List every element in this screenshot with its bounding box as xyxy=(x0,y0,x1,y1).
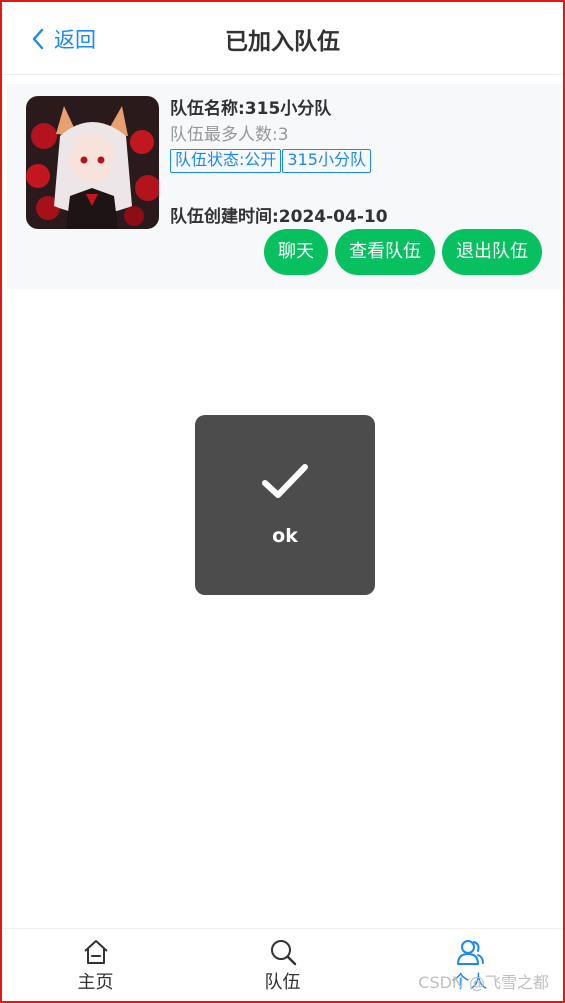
chat-button[interactable]: 聊天 xyxy=(264,229,328,275)
tab-team[interactable]: 队伍 xyxy=(189,929,376,1001)
team-info: 队伍名称:315小分队 队伍最多人数:3 队伍状态:公开 315小分队 xyxy=(170,96,550,173)
search-icon xyxy=(270,940,296,966)
view-team-button[interactable]: 查看队伍 xyxy=(335,229,435,275)
success-toast: ok xyxy=(195,415,375,595)
team-tags: 队伍状态:公开 315小分队 xyxy=(170,149,550,173)
nav-bar: 返回 已加入队伍 xyxy=(2,2,563,75)
team-max-members: 队伍最多人数:3 xyxy=(170,125,289,145)
team-tag: 315小分队 xyxy=(282,149,371,173)
tab-home[interactable]: 主页 xyxy=(2,929,189,1001)
quit-team-button[interactable]: 退出队伍 xyxy=(442,229,542,275)
toast-text: ok xyxy=(272,525,298,547)
team-name: 队伍名称:315小分队 xyxy=(170,99,332,119)
team-card[interactable]: 队伍名称:315小分队 队伍最多人数:3 队伍状态:公开 315小分队 队伍创建… xyxy=(7,84,563,289)
tab-home-label: 主页 xyxy=(77,972,114,993)
status-tag: 队伍状态:公开 xyxy=(170,149,282,173)
team-created-time: 队伍创建时间:2024-04-10 xyxy=(170,207,388,227)
user-icon xyxy=(456,940,484,965)
checkmark-icon xyxy=(262,464,308,498)
home-icon xyxy=(83,940,108,964)
tab-team-label: 队伍 xyxy=(264,972,301,993)
team-avatar xyxy=(26,96,159,229)
page-title: 已加入队伍 xyxy=(225,29,340,55)
watermark: CSDN @飞雪之都 xyxy=(418,973,549,992)
team-actions: 聊天 查看队伍 退出队伍 xyxy=(257,229,542,275)
